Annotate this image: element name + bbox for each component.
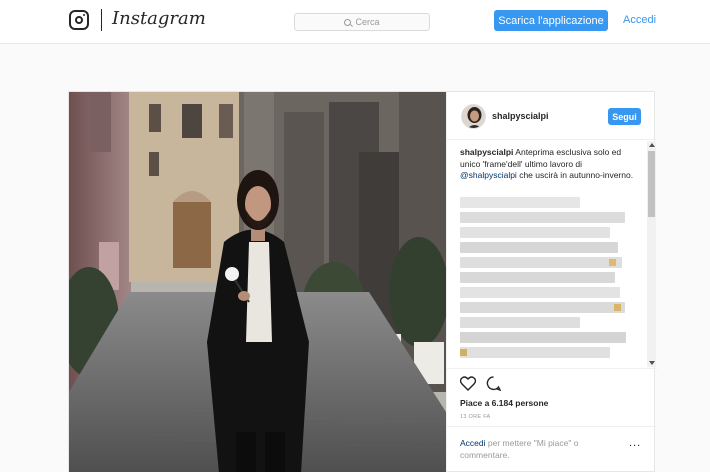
login-prompt-link[interactable]: Accedi (460, 438, 486, 448)
scroll-down-arrow[interactable] (649, 361, 655, 365)
post-card: shalpyscialpi Segui shalpyscialpi Antepr… (68, 91, 657, 472)
post-photo-image (69, 92, 446, 472)
comments-scrollbar[interactable] (647, 141, 656, 367)
caption-text-end: che uscirà in autunno-inverno. (519, 170, 634, 180)
post-sidebar: shalpyscialpi Segui shalpyscialpi Antepr… (446, 92, 657, 472)
camera-lens (75, 16, 83, 24)
comment-icon[interactable] (486, 376, 501, 391)
post-timestamp: 13 ORE FA (460, 414, 491, 420)
post-actions: Piace a 6.184 persone 13 ORE FA Accedi p… (447, 368, 657, 472)
caption-mention[interactable]: @shalpyscialpi (460, 170, 517, 180)
avatar-image (462, 105, 485, 128)
blurred-comments (460, 197, 640, 362)
post-photo[interactable] (69, 92, 446, 472)
follow-button[interactable]: Segui (608, 108, 641, 125)
avatar[interactable] (461, 104, 486, 129)
search-icon (344, 18, 352, 26)
top-navigation-bar: Instagram Cerca Scarica l'applicazione A… (0, 0, 710, 44)
add-comment-section: Accedi per mettere "Mi piace" o commenta… (447, 426, 657, 472)
instagram-wordmark[interactable]: Instagram (112, 8, 206, 29)
logo-divider (101, 9, 102, 31)
post-caption: shalpyscialpi Anteprima esclusiva solo e… (460, 147, 640, 182)
search-placeholder: Cerca (355, 17, 380, 27)
more-options-button[interactable]: ... (629, 437, 641, 449)
login-prompt: Accedi per mettere "Mi piace" o commenta… (460, 437, 610, 461)
action-icons (460, 376, 501, 391)
instagram-camera-icon[interactable] (69, 10, 89, 30)
camera-dot (83, 14, 85, 16)
get-app-button[interactable]: Scarica l'applicazione (494, 10, 608, 31)
post-header: shalpyscialpi Segui (447, 92, 657, 140)
caption-author[interactable]: shalpyscialpi (460, 147, 513, 157)
likes-count[interactable]: Piace a 6.184 persone (460, 398, 548, 408)
scroll-up-arrow[interactable] (649, 143, 655, 147)
heart-icon[interactable] (460, 376, 476, 391)
scrollbar-thumb[interactable] (648, 151, 655, 217)
post-username[interactable]: shalpyscialpi (492, 111, 549, 121)
search-input[interactable]: Cerca (294, 13, 430, 31)
comments-area[interactable]: shalpyscialpi Anteprima esclusiva solo e… (447, 141, 657, 367)
login-link[interactable]: Accedi (623, 14, 656, 26)
